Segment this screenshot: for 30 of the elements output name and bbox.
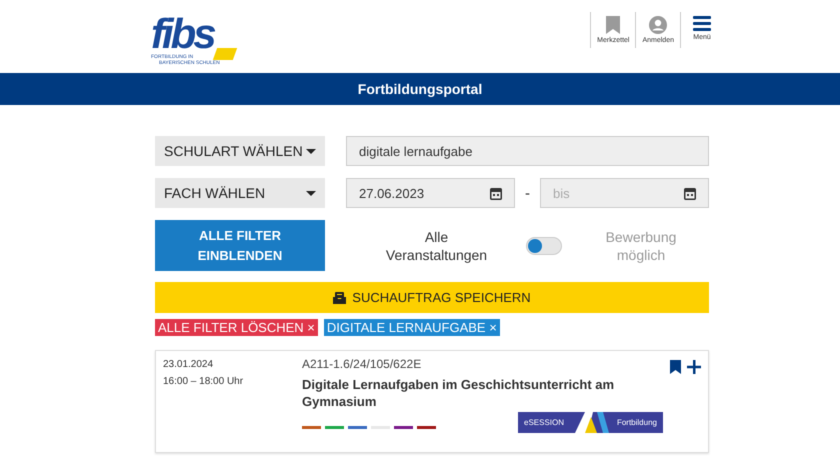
bookmark-icon[interactable] [670, 360, 681, 374]
date-field[interactable]: 27.06.2023 [346, 178, 515, 208]
inbox-icon [333, 292, 346, 304]
add-icon[interactable] [687, 360, 701, 374]
logo-word: fibs [151, 14, 216, 54]
event-time: 16:00 – 18:00 Uhr [163, 376, 244, 387]
subject-dropdown[interactable]: FACH WÄHLEN [155, 178, 325, 208]
school-type-dropdown[interactable]: SCHULART WÄHLEN [155, 136, 325, 166]
event-date: 23.01.2024 [163, 359, 214, 370]
filter-tag[interactable]: ALLE FILTER LÖSCHEN × [155, 319, 318, 336]
calendar-icon [684, 186, 696, 200]
filter-tag[interactable]: DIGITALE LERNAUFGABE × [324, 319, 500, 336]
bookmark-icon [606, 16, 620, 34]
event-title[interactable]: Digitale Lernaufgaben im Geschichtsunterricht am Gymnasium [302, 376, 632, 410]
user-icon [649, 16, 668, 34]
search-field[interactable]: digitale lernaufgabe [346, 136, 709, 166]
toggle-switch[interactable] [526, 236, 562, 254]
toggle-label: Alle Veranstaltungen [384, 228, 488, 264]
portal-banner: Fortbildungsportal [0, 73, 840, 105]
result-card[interactable]: 23.01.2024 16:00 – 18:00 Uhr A211-1.6/24/105/622E Digitale Lernaufgaben im Geschichtsunterricht am Gymnasium eSESSION Fortbildung [155, 350, 709, 453]
calendar-icon [490, 186, 502, 200]
format-badge: eSESSION Fortbildung [518, 412, 663, 433]
save-search-button[interactable]: SUCHAUFTRAG SPEICHERN [155, 282, 709, 313]
event-code: A211-1.6/24/105/622E [302, 357, 422, 371]
toggle-label: Bewerbung möglich [604, 228, 678, 264]
show-filters-button[interactable]: ALLE FILTER EINBLENDEN [155, 220, 325, 271]
menu-icon [693, 16, 711, 31]
caret-icon [306, 148, 316, 154]
date-separator: - [525, 184, 530, 202]
caret-icon [306, 190, 316, 196]
